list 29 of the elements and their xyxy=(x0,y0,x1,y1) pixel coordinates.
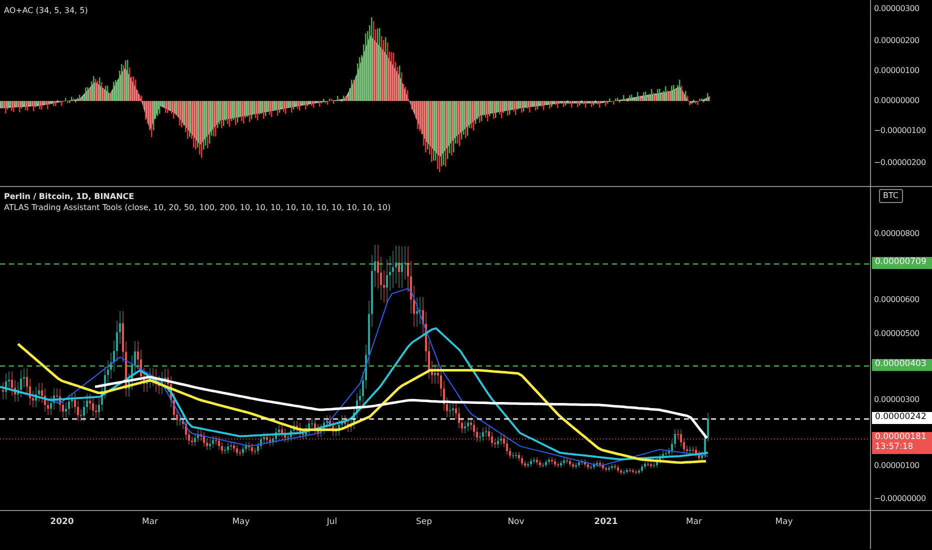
price-label: 0.00000242 xyxy=(872,412,932,424)
time-label: 2020 xyxy=(50,516,74,529)
currency-label: BTC xyxy=(879,189,902,203)
time-label: Sep xyxy=(416,516,432,529)
axis-label: −0.00000100 xyxy=(874,127,926,135)
axis-label: 0.00000100 xyxy=(874,462,920,470)
time-label: Mar xyxy=(142,516,158,529)
axis-label: 0.00000300 xyxy=(874,396,920,404)
axis-label: −0.00000000 xyxy=(874,495,926,503)
axis-label: −0.00000200 xyxy=(874,159,926,167)
indicator-legend: AO+AC (34, 5, 34, 5) xyxy=(4,5,88,17)
time-label: May xyxy=(775,516,793,529)
price-label: 0.00000181 13:57:18 xyxy=(872,432,932,454)
time-label: Mar xyxy=(686,516,702,529)
axis-label: 0.00000300 xyxy=(874,5,920,13)
time-label: Jul xyxy=(326,516,338,529)
time-label: Nov xyxy=(508,516,524,529)
symbol-title: Perlin / Bitcoin, 1D, BINANCE xyxy=(4,191,134,203)
price-label: 0.00000709 xyxy=(872,257,932,269)
axis-label: 0.00000200 xyxy=(874,37,920,45)
axis-label: 0.00000800 xyxy=(874,230,920,238)
study-legend: ATLAS Trading Assistant Tools (close, 10, 20, 50, 100, 200, 10, 10, 10, 10, 10, 10, 10, 10, 10, 10) xyxy=(4,202,391,214)
price-label: 0.00000403 xyxy=(872,359,932,371)
axis-label: 0.00000500 xyxy=(874,330,920,338)
axis-label: 0.00000100 xyxy=(874,67,920,75)
time-label: May xyxy=(232,516,250,529)
time-label: 2021 xyxy=(594,516,618,529)
axis-label: 0.00000600 xyxy=(874,296,920,304)
axis-label: 0.00000000 xyxy=(874,97,920,105)
